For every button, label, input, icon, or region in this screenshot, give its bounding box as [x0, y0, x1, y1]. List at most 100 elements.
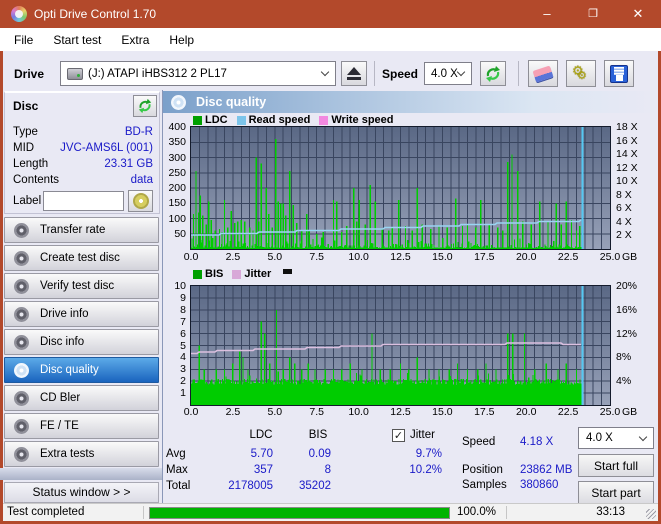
- info-label-samples: Samples: [462, 479, 507, 491]
- sidebar-item-label: Create test disc: [40, 252, 120, 264]
- sidebar-item-disc-quality[interactable]: Disc quality: [4, 357, 159, 383]
- x-axis-tick-label: 12.5: [390, 406, 411, 418]
- y-axis-tick-label: 1: [180, 387, 186, 400]
- menu-item-start-test[interactable]: Start test: [43, 30, 111, 50]
- summary-col-ldc: LDC: [249, 429, 273, 441]
- close-button[interactable]: ✕: [623, 0, 653, 28]
- maximize-button[interactable]: ❐: [578, 0, 608, 28]
- title-bar: Opti Drive Control 1.70 – ❐ ✕: [0, 0, 661, 28]
- y-axis-tick-label: 3: [180, 363, 186, 376]
- sidebar-item-drive-info[interactable]: Drive info: [4, 301, 159, 327]
- disc-field-label: Contents: [13, 174, 60, 186]
- y-axis-right-tick-label: 8%: [616, 351, 632, 364]
- summary-bis-value: 35202: [299, 480, 331, 492]
- disc-quality-icon: [171, 94, 186, 110]
- sidebar-item-transfer-rate[interactable]: Transfer rate: [4, 217, 159, 243]
- x-axis-tick-label: 17.5: [474, 406, 495, 418]
- y-axis-tick-label: 7: [180, 315, 186, 328]
- disc-icon: [14, 446, 29, 462]
- refresh-speeds-button[interactable]: [480, 61, 506, 86]
- x-axis-tick-label: 22.5: [557, 251, 579, 263]
- drive-label: Drive: [14, 67, 45, 81]
- info-label-speed: Speed: [462, 436, 496, 448]
- menu-item-help[interactable]: Help: [159, 30, 204, 50]
- disc-field-value: 23.31 GB: [104, 158, 153, 170]
- status-window-button[interactable]: Status window > >: [4, 482, 159, 503]
- start-part-button[interactable]: Start part: [578, 481, 654, 504]
- minimize-button[interactable]: –: [532, 0, 562, 28]
- disc-field-label: MID: [13, 142, 35, 154]
- refresh-disc-button[interactable]: [133, 95, 157, 117]
- disc-field-row: Length 23.31 GB: [13, 158, 153, 172]
- y-axis-tick-label: 4: [180, 351, 186, 364]
- disc-icon: [14, 334, 29, 350]
- sidebar-item-verify-test-disc[interactable]: Verify test disc: [4, 273, 159, 299]
- save-button[interactable]: [604, 60, 634, 87]
- start-full-button[interactable]: Start full: [578, 454, 654, 477]
- refresh-icon: [138, 98, 152, 114]
- summary-bis-value: 0.09: [308, 448, 331, 460]
- sidebar-item-label: Drive info: [40, 308, 89, 320]
- y-axis-tick-label: 100: [168, 212, 186, 225]
- eject-button[interactable]: [341, 61, 367, 86]
- drive-icon: [67, 67, 83, 80]
- toolbar-separator: [374, 61, 375, 86]
- resize-grip[interactable]: [646, 509, 656, 519]
- toolbar-separator: [518, 61, 519, 86]
- legend-item: Read speed: [236, 114, 310, 126]
- status-text: Test completed: [7, 506, 85, 518]
- x-axis-tick-label: 10.0: [348, 251, 369, 263]
- sidebar-item-fe-te[interactable]: FE / TE: [4, 413, 159, 439]
- app-icon: [11, 6, 27, 22]
- disc-icon: [14, 306, 29, 322]
- menu-item-file[interactable]: File: [4, 30, 43, 50]
- legend-swatch: [232, 269, 242, 279]
- eject-icon: [347, 67, 361, 75]
- erase-disc-button[interactable]: [528, 60, 558, 87]
- sidebar-item-extra-tests[interactable]: Extra tests: [4, 441, 159, 467]
- disc-field-value: JVC-AMS6L (001): [60, 142, 153, 154]
- disc-icon: [14, 278, 29, 294]
- jitter-checkbox[interactable]: ✓: [392, 429, 405, 442]
- x-axis-tick-label: 17.5: [474, 251, 495, 263]
- disc-field-value: BD-R: [124, 126, 153, 138]
- y-axis-right-tick-label: 8 X: [616, 188, 632, 201]
- speed-label: Speed: [382, 67, 419, 81]
- chart-legend: BIS Jitter: [193, 268, 271, 280]
- legend-marker: [283, 269, 292, 274]
- disc-icon: [14, 390, 29, 406]
- disc-field-row: Contents data: [13, 174, 153, 188]
- settings-button[interactable]: ⚙ ⚙: [566, 60, 596, 87]
- chart-legend: LDC Read speed Write speed: [193, 114, 394, 126]
- summary-jitter-value: 9.7%: [415, 448, 442, 460]
- sidebar-item-create-test-disc[interactable]: Create test disc: [4, 245, 159, 271]
- legend-label: Write speed: [331, 114, 394, 126]
- sidebar-item-disc-info[interactable]: Disc info: [4, 329, 159, 355]
- speed-select-value: 4.0 X: [431, 67, 458, 80]
- summary-jitter-value: [382, 480, 442, 493]
- sidebar-divider: [0, 468, 162, 480]
- sidebar-item-label: Disc quality: [40, 364, 99, 376]
- sidebar-item-label: Verify test disc: [40, 280, 115, 292]
- speed-select[interactable]: 4.0 X: [424, 62, 472, 85]
- y-axis-tick-label: 5: [180, 339, 186, 352]
- x-axis-tick-label: 15.0: [432, 406, 453, 418]
- x-axis-tick-label: 20.0: [515, 251, 537, 263]
- menu-item-extra[interactable]: Extra: [111, 30, 159, 50]
- legend-item: LDC: [193, 114, 228, 126]
- disc-label-button[interactable]: [128, 190, 153, 212]
- disc-field-value: data: [130, 174, 153, 186]
- y-axis-tick-label: 10: [174, 280, 186, 292]
- eraser-icon: [532, 65, 554, 82]
- quality-speed-select[interactable]: 4.0 X: [578, 427, 654, 449]
- jitter-checkbox-label: Jitter: [410, 429, 435, 441]
- sidebar-item-cd-bler[interactable]: CD Bler: [4, 385, 159, 411]
- y-axis-right-tick-label: 10 X: [616, 175, 638, 188]
- progress-bar: [149, 507, 450, 519]
- y-axis-right-tick-label: 12%: [616, 327, 638, 340]
- label-input[interactable]: [43, 191, 124, 211]
- y-axis-right-tick-label: 4%: [616, 375, 632, 388]
- drive-select[interactable]: (J:) ATAPI iHBS312 2 PL17: [60, 61, 336, 86]
- x-axis-tick-label: 15.0: [432, 251, 453, 263]
- sidebar-item-label: FE / TE: [40, 420, 79, 432]
